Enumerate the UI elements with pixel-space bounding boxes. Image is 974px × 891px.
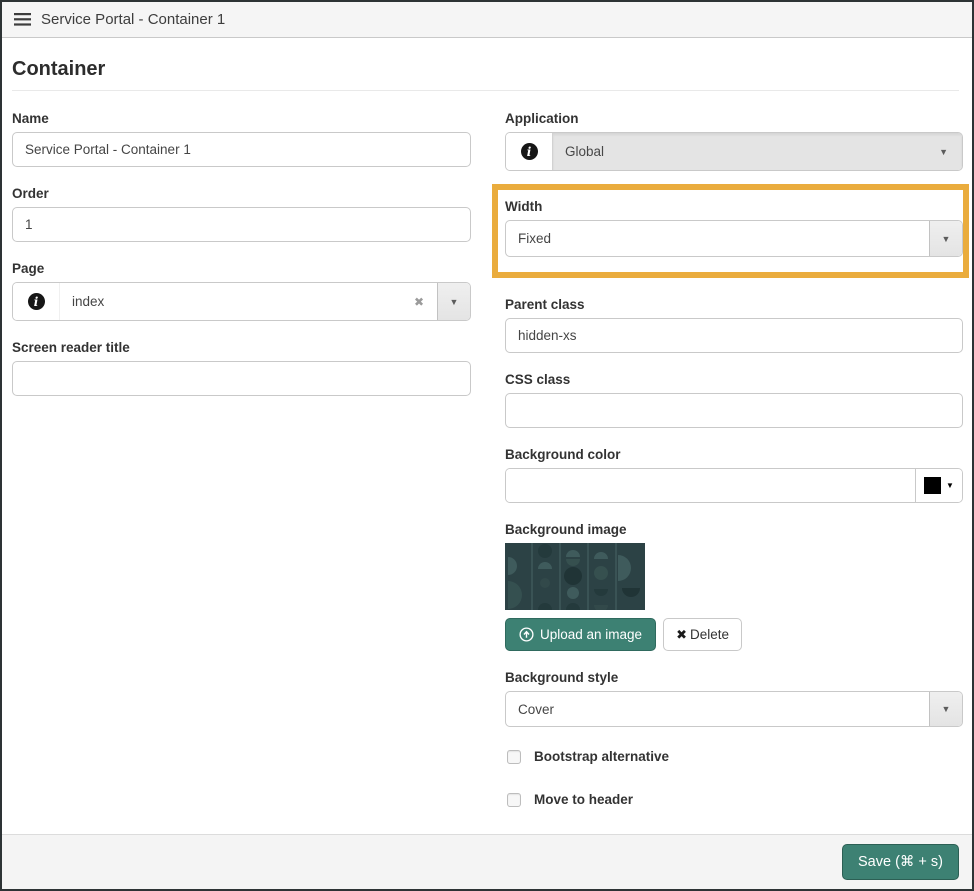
screen-reader-title-input[interactable] xyxy=(12,361,471,396)
app-window: Service Portal - Container 1 Container N… xyxy=(0,0,974,891)
field-background-color: Background color ▼ xyxy=(505,447,963,503)
window-title: Service Portal - Container 1 xyxy=(41,11,226,28)
chevron-down-icon: ▼ xyxy=(946,481,954,490)
chevron-down-icon: ▼ xyxy=(941,704,951,714)
field-width: Width Fixed ▼ xyxy=(505,199,963,257)
page-label: Page xyxy=(12,261,45,276)
order-label: Order xyxy=(12,186,49,201)
upload-icon xyxy=(519,627,534,642)
color-swatch xyxy=(924,477,942,494)
background-style-label: Background style xyxy=(505,670,619,685)
clear-icon[interactable]: ✖ xyxy=(401,283,437,320)
background-style-select[interactable]: Cover ▼ xyxy=(505,691,963,727)
width-label: Width xyxy=(505,199,543,214)
info-icon: i xyxy=(520,143,538,160)
background-style-dropdown-button[interactable]: ▼ xyxy=(929,692,962,726)
upload-image-button[interactable]: Upload an image xyxy=(505,618,657,651)
window-titlebar: Service Portal - Container 1 xyxy=(2,2,972,38)
background-style-value[interactable]: Cover xyxy=(506,692,929,726)
field-background-style: Background style Cover ▼ xyxy=(505,670,963,727)
field-background-image: Background image Upload an image ✖ Delet… xyxy=(505,522,963,651)
application-select-disabled: Global ▼ xyxy=(552,133,962,170)
move-to-header-label: Move to header xyxy=(534,792,634,807)
field-page: Page i index ✖ ▼ xyxy=(12,261,471,321)
background-image-thumbnail xyxy=(505,543,645,610)
width-highlight-callout: Width Fixed ▼ xyxy=(492,184,969,278)
save-button[interactable]: Save (⌘ + s) xyxy=(841,844,959,880)
field-css-class: CSS class xyxy=(505,372,963,428)
page-reference-value[interactable]: index xyxy=(59,283,401,320)
chevron-down-icon: ▼ xyxy=(449,296,459,307)
background-color-label: Background color xyxy=(505,447,621,462)
application-reference-field: i Global ▼ xyxy=(505,132,963,171)
info-icon: i xyxy=(27,293,45,310)
form-column-right: Application i Global ▼ Width Fixed ▼ Par… xyxy=(492,111,969,834)
page-reference-field[interactable]: i index ✖ ▼ xyxy=(12,282,471,321)
form-column-left: Name Order Page i index ✖ ▼ xyxy=(12,111,471,834)
form-main: Container Name Order Page i xyxy=(2,38,972,834)
field-screen-reader-title: Screen reader title xyxy=(12,340,471,396)
footer-bar: Save (⌘ + s) xyxy=(2,834,972,889)
order-input[interactable] xyxy=(12,207,471,242)
chevron-down-icon: ▼ xyxy=(941,233,951,244)
parent-class-input[interactable] xyxy=(505,318,963,353)
css-class-input[interactable] xyxy=(505,393,963,428)
heading-divider xyxy=(12,90,959,91)
name-input[interactable] xyxy=(12,132,471,167)
application-value: Global xyxy=(565,144,605,159)
page-dropdown-button[interactable]: ▼ xyxy=(437,283,470,320)
background-image-label: Background image xyxy=(505,522,627,537)
page-info-section[interactable]: i xyxy=(13,283,59,320)
css-class-label: CSS class xyxy=(505,372,571,387)
width-value[interactable]: Fixed xyxy=(506,221,929,256)
upload-button-label: Upload an image xyxy=(540,627,643,642)
name-label: Name xyxy=(12,111,49,126)
screen-reader-title-label: Screen reader title xyxy=(12,340,130,355)
application-info-section[interactable]: i xyxy=(506,133,552,170)
field-name: Name xyxy=(12,111,471,167)
background-color-field: ▼ xyxy=(505,468,963,503)
page-title: Container xyxy=(12,58,106,80)
field-parent-class: Parent class xyxy=(505,297,963,353)
close-icon: ✖ xyxy=(676,626,687,642)
field-application: Application i Global ▼ xyxy=(505,111,963,171)
parent-class-label: Parent class xyxy=(505,297,585,312)
application-label: Application xyxy=(505,111,579,126)
color-picker-button[interactable]: ▼ xyxy=(915,469,962,502)
delete-button-label: Delete xyxy=(689,627,730,642)
bootstrap-alternative-label: Bootstrap alternative xyxy=(534,749,670,764)
move-to-header-checkbox[interactable] xyxy=(507,792,521,807)
background-color-input[interactable] xyxy=(506,469,915,502)
field-move-to-header: Move to header xyxy=(507,792,963,807)
chevron-down-icon: ▼ xyxy=(939,146,948,157)
field-order: Order xyxy=(12,186,471,242)
width-select[interactable]: Fixed ▼ xyxy=(505,220,963,257)
delete-image-button[interactable]: ✖ Delete xyxy=(663,618,743,651)
bootstrap-alternative-checkbox[interactable] xyxy=(507,749,521,764)
field-bootstrap-alternative: Bootstrap alternative xyxy=(507,749,963,764)
hamburger-menu-icon[interactable] xyxy=(14,13,31,26)
width-dropdown-button[interactable]: ▼ xyxy=(929,221,962,256)
